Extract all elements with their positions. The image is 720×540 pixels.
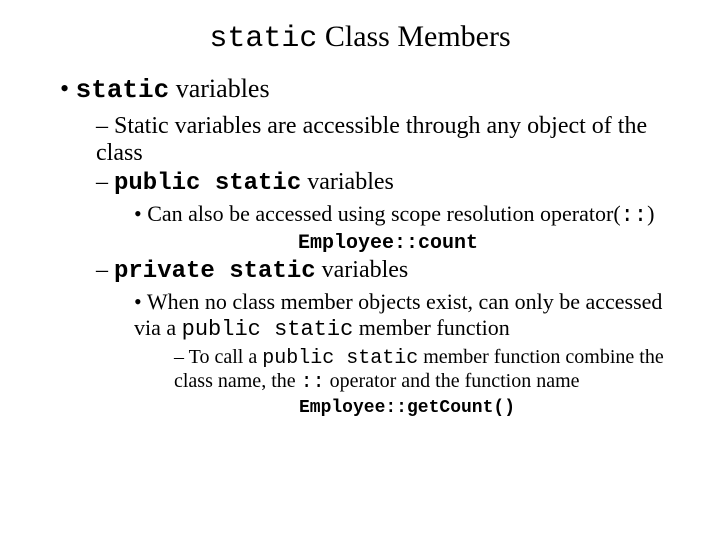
bullet-lvl2-1: Static variables are accessible through … xyxy=(96,113,680,167)
lvl2-3-code: private static xyxy=(114,258,316,285)
title-rest: Class Members xyxy=(317,20,510,53)
slide-title: static Class Members xyxy=(40,20,680,56)
lvl3-2-post: member function xyxy=(353,315,509,340)
lvl3-1-pre: Can also be accessed using scope resolut… xyxy=(147,201,620,226)
lvl3-1-code: :: xyxy=(621,203,647,228)
bullet-lvl3-2: When no class member objects exist, can … xyxy=(134,289,680,418)
lvl2-1-text: Static variables are accessible through … xyxy=(96,113,647,166)
bullet-lvl4-1: To call a public static member function … xyxy=(174,346,680,394)
title-code: static xyxy=(209,22,317,56)
lvl4-1-pre: To call a xyxy=(189,346,263,368)
lvl2-2-rest: variables xyxy=(301,169,394,195)
lvl4-1-code2: :: xyxy=(301,371,325,394)
bullet-lvl1-1: static variables Static variables are ac… xyxy=(60,74,680,418)
lvl4-1-code: public static xyxy=(262,347,418,370)
lvl2-2-code: public static xyxy=(114,170,301,197)
lvl1-1-code: static xyxy=(76,75,170,105)
lvl2-3-rest: variables xyxy=(316,257,409,283)
lvl3-1-post: ) xyxy=(647,201,654,226)
code-example-2: Employee::getCount() xyxy=(134,398,680,418)
lvl4-1-post: operator and the function name xyxy=(325,370,580,392)
bullet-lvl2-3: private static variables When no class m… xyxy=(96,257,680,418)
bullet-lvl2-2: public static variables Can also be acce… xyxy=(96,169,680,255)
lvl1-1-rest: variables xyxy=(169,74,269,103)
bullet-lvl3-1: Can also be accessed using scope resolut… xyxy=(134,201,680,228)
code-example-1: Employee::count xyxy=(96,232,680,255)
lvl3-2-code: public static xyxy=(182,317,354,342)
